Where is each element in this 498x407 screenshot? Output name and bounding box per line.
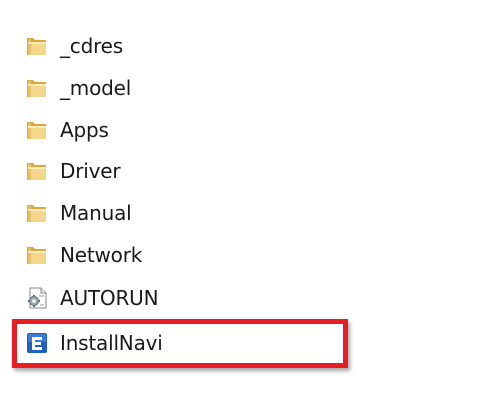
- file-item-installnavi[interactable]: InstallNavi: [24, 326, 163, 360]
- file-item-label: Driver: [60, 159, 121, 183]
- file-item-autorun[interactable]: AUTORUN: [24, 281, 159, 315]
- folder-icon: [27, 38, 46, 55]
- file-item-driver[interactable]: Driver: [24, 154, 121, 188]
- file-item-label: Apps: [60, 118, 109, 142]
- file-item-label: _cdres: [60, 34, 123, 58]
- folder-icon: [27, 80, 46, 97]
- folder-icon: [27, 205, 46, 222]
- file-item-model[interactable]: _model: [24, 71, 131, 105]
- folder-icon: [27, 247, 46, 264]
- file-item-cdres[interactable]: _cdres: [24, 29, 123, 63]
- file-list: _cdres _model Apps Driver Manual Network…: [0, 0, 498, 407]
- file-item-label: Manual: [60, 201, 132, 225]
- file-item-label: Network: [60, 243, 143, 267]
- installnavi-app-icon: [27, 333, 47, 353]
- folder-icon: [27, 163, 46, 180]
- setup-info-file-icon: [28, 287, 47, 309]
- folder-icon: [27, 122, 46, 139]
- file-item-label: _model: [60, 76, 132, 100]
- file-item-apps[interactable]: Apps: [24, 113, 109, 147]
- file-item-network[interactable]: Network: [24, 238, 142, 272]
- file-item-manual[interactable]: Manual: [24, 196, 132, 230]
- file-item-label: InstallNavi: [60, 331, 163, 355]
- file-item-label: AUTORUN: [60, 286, 159, 310]
